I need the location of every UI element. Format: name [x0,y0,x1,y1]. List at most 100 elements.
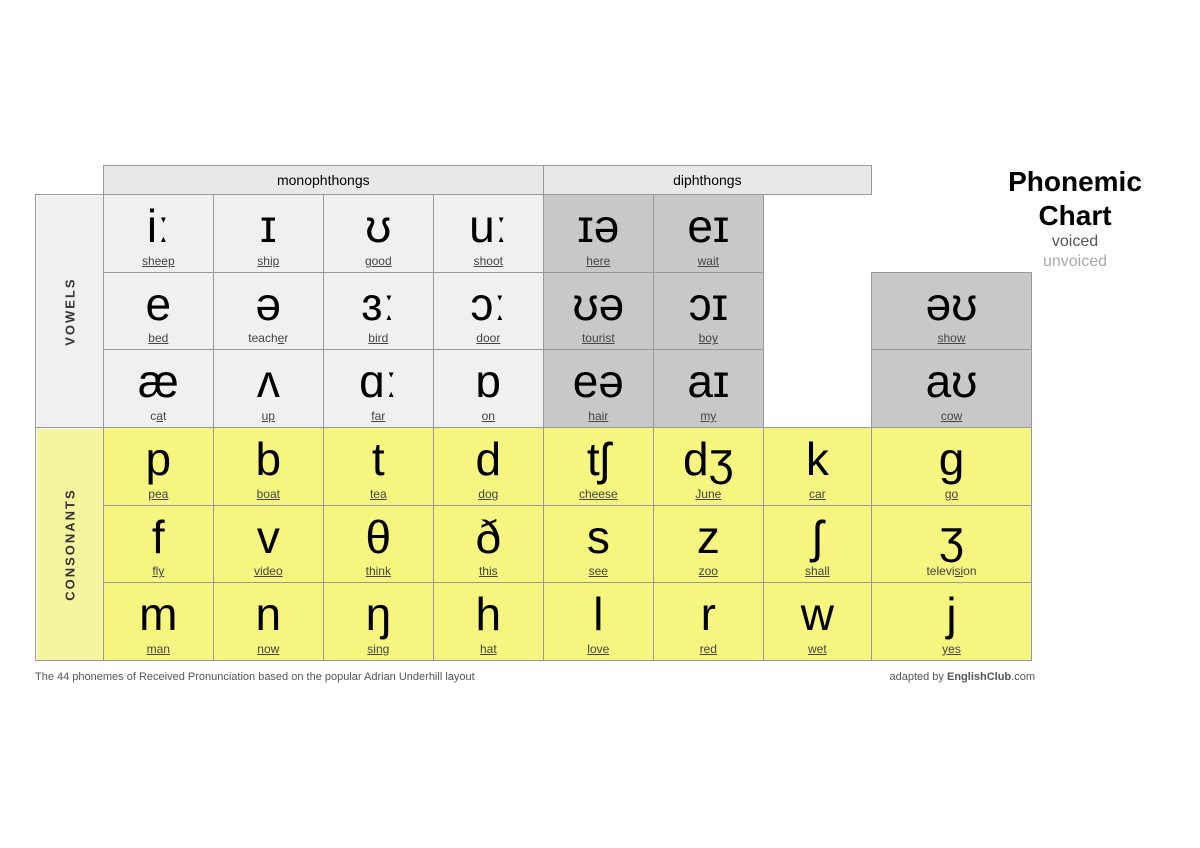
phoneme-cell-e: e bed [103,272,213,350]
word-hair: hair [546,409,651,423]
word-on: on [436,409,541,423]
word-far: far [326,409,431,423]
word-this: this [436,564,541,578]
phoneme-cell-j: j yes [871,583,1031,661]
word-red: red [656,642,761,656]
phoneme-cell-uu: ʊ good [323,195,433,273]
word-love: love [546,642,651,656]
word-dog: dog [436,487,541,501]
symbol-up: ʌ [216,356,321,407]
phoneme-cell-s: s see [543,505,653,583]
phoneme-cell-f: f fly [103,505,213,583]
phoneme-cell-up: ʌ up [213,350,323,428]
word-teacher: teacher [216,331,321,345]
phoneme-cell-eu: əʊ show [871,272,1031,350]
symbol-k: k [766,434,869,485]
phoneme-cell-h: h hat [433,583,543,661]
word-yes: yes [874,642,1029,656]
footer-note-text: The 44 phonemes of Received Pronunciatio… [35,671,475,683]
symbol-tsh: tʃ [546,434,651,485]
symbol-eu: əʊ [874,279,1029,330]
symbol-th: θ [326,512,431,563]
symbol-schwa: ə [216,279,321,330]
symbol-sh: ʃ [766,512,869,563]
consonants-section-label: CONSONANTS [36,428,104,661]
word-here: here [546,254,651,268]
phoneme-cell-ei: eɪ wait [653,195,763,273]
phoneme-cell-zh: ʒ television [871,505,1031,583]
word-tea: tea [326,487,431,501]
word-sheep: sheep [106,254,211,268]
symbol-ar: ɑː [326,356,431,407]
symbol-ei: eɪ [656,201,761,252]
diphthongs-header: diphthongs [543,166,871,195]
symbol-l: l [546,589,651,640]
word-cat: cat [106,409,211,423]
word-wet: wet [766,642,869,656]
englishclub-brand: EnglishClub [947,671,1011,683]
phoneme-cell-m: m man [103,583,213,661]
phoneme-cell-tsh: tʃ cheese [543,428,653,506]
monophthongs-header: monophthongs [103,166,543,195]
phoneme-cell-or: ɔː door [433,272,543,350]
phoneme-cell-ae: æ cat [103,350,213,428]
phoneme-cell-ea: eə hair [543,350,653,428]
unvoiced-label: unvoiced [985,252,1165,271]
word-cheese: cheese [546,487,651,501]
symbol-j: j [874,589,1029,640]
word-bird: bird [326,331,431,345]
word-door: door [436,331,541,345]
word-cow: cow [874,409,1029,423]
title-block: Phonemic Chart voiced unvoiced [985,165,1165,271]
symbol-d: d [436,434,541,485]
symbol-ae: æ [106,356,211,407]
symbol-au: aʊ [874,356,1029,407]
symbol-uu: ʊ [326,201,431,252]
symbol-or: ɔː [436,279,541,330]
symbol-w: w [766,589,869,640]
word-pea: pea [106,487,211,501]
symbol-g: g [874,434,1029,485]
word-shall: shall [766,564,869,578]
footer-attribution: adapted by EnglishClub.com [889,671,1035,683]
symbol-t: t [326,434,431,485]
symbol-dh: ð [436,512,541,563]
symbol-m: m [106,589,211,640]
phoneme-cell-ue: ʊə tourist [543,272,653,350]
phoneme-cell-n: n now [213,583,323,661]
phoneme-cell-g: g go [871,428,1031,506]
word-up: up [216,409,321,423]
symbol-e: e [106,279,211,330]
symbol-v: v [216,512,321,563]
vowels-section-label: VOWELS [36,195,104,428]
phoneme-cell-k: k car [763,428,871,506]
symbol-ie: ɪə [546,201,651,252]
word-shoot: shoot [436,254,541,268]
phoneme-cell-ie: ɪə here [543,195,653,273]
phoneme-cell-u: uː shoot [433,195,543,273]
phoneme-cell-schwa: ə teacher [213,272,323,350]
symbol-ue: ʊə [546,279,651,330]
word-think: think [326,564,431,578]
word-now: now [216,642,321,656]
phoneme-cell-oi: ɔɪ boy [653,272,763,350]
phoneme-cell-er: ɜː bird [323,272,433,350]
symbol-u: uː [436,201,541,252]
word-ship: ship [216,254,321,268]
word-fly: fly [106,564,211,578]
symbol-ii: iː [106,201,211,252]
symbol-zh: ʒ [874,512,1029,563]
phoneme-cell-th: θ think [323,505,433,583]
voiced-label: voiced [985,232,1165,251]
word-video: video [216,564,321,578]
phoneme-cell-ii: iː sheep [103,195,213,273]
phoneme-cell-ng: ŋ sing [323,583,433,661]
word-car: car [766,487,869,501]
symbol-r: r [656,589,761,640]
word-wait: wait [656,254,761,268]
symbol-i: ɪ [216,201,321,252]
word-my: my [656,409,761,423]
phoneme-cell-dh: ð this [433,505,543,583]
main-container: Phonemic Chart voiced unvoiced monophtho… [35,165,1165,683]
word-sing: sing [326,642,431,656]
